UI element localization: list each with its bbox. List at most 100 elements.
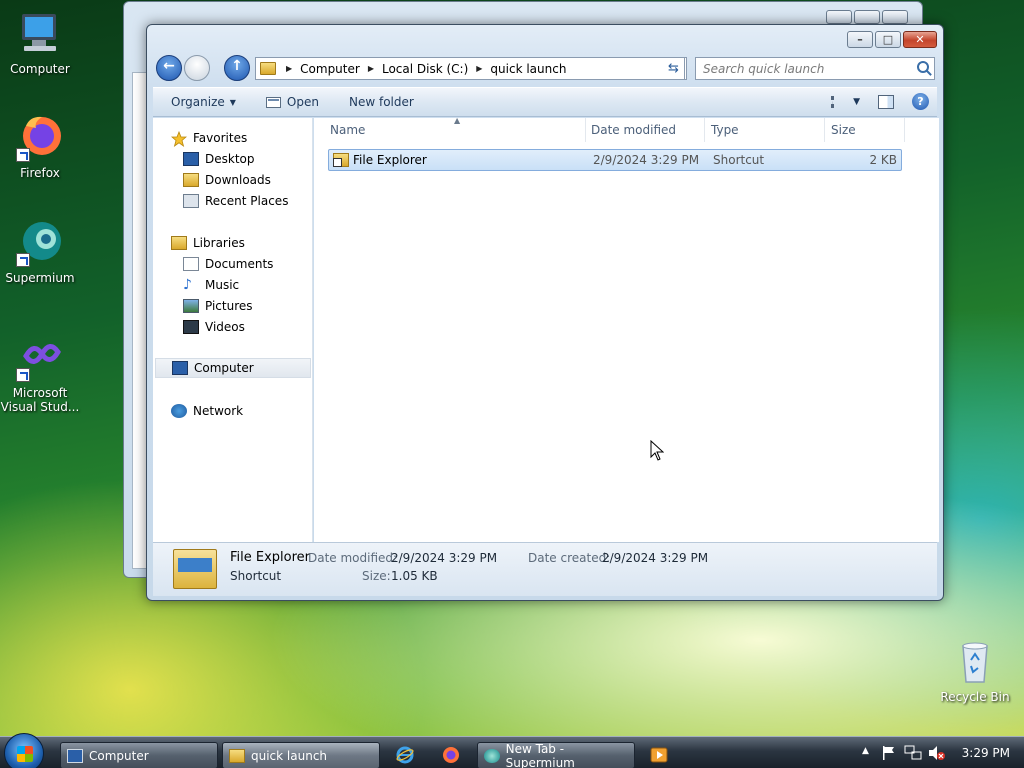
help-icon[interactable]: ? [912,93,929,110]
close-button[interactable]: ✕ [903,31,937,48]
chevron-right-icon[interactable]: ▶ [476,64,482,73]
taskbar-button-computer[interactable]: Computer [60,742,218,768]
column-header-size[interactable]: Size [825,118,905,142]
desktop-icon-firefox[interactable]: Firefox [0,114,80,180]
sort-ascending-icon: ▲ [454,116,461,125]
views-button[interactable]: ▼ [831,95,860,108]
details-date-modified: 2/9/2024 3:29 PM [391,551,498,565]
column-size-label: Size [831,123,856,137]
file-date-modified: 2/9/2024 3:29 PM [593,153,700,167]
organize-button[interactable]: Organize ▼ [153,88,248,116]
close-icon: ✕ [915,33,925,46]
recycle-bin-icon [951,638,999,686]
nav-computer-label: Computer [194,361,254,375]
taskbar-button-label: quick launch [251,748,328,763]
desktop-icon-label: Computer [10,62,70,76]
clock[interactable]: 3:29 PM [962,746,1010,760]
column-name-label: Name [330,123,366,137]
nav-videos-label: Videos [205,320,245,334]
volume-muted-icon[interactable] [928,745,946,764]
search-box[interactable] [695,57,935,80]
file-name: File Explorer [353,153,427,167]
new-folder-button[interactable]: New folder [331,88,426,116]
bg-close-button[interactable] [882,10,908,24]
up-button[interactable]: ↑ [224,55,250,81]
breadcrumb-local-disk[interactable]: Local Disk (C:) [382,62,468,76]
taskbar-button-supermium[interactable]: New Tab - Supermium [477,742,635,768]
breadcrumb-computer[interactable]: Computer [300,62,360,76]
show-hidden-icons-icon[interactable]: ▲ [862,746,869,756]
address-bar[interactable]: ▶ Computer ▶ Local Disk (C:) ▶ quick lau… [255,57,687,80]
shortcut-icon [333,153,349,167]
nav-libraries[interactable]: Libraries [171,233,327,253]
start-button[interactable] [4,733,44,768]
open-button[interactable]: Open [248,88,331,116]
taskbar: Computer quick launch New Tab - Supermiu… [0,733,1024,768]
desktop-icon-supermium[interactable]: Supermium [0,219,80,285]
details-file-name: File Explorer [230,550,311,565]
forward-button[interactable] [184,55,210,81]
file-type: Shortcut [713,153,765,167]
desktop-icon-recycle-bin[interactable]: Recycle Bin [935,638,1015,704]
shortcut-arrow-icon [16,368,30,382]
navigation-bar: ← ↑ ▶ Computer ▶ Local Disk (C:) ▶ quick… [155,55,935,83]
firefox-icon[interactable] [442,746,460,764]
nav-downloads-label: Downloads [205,173,271,187]
breadcrumb: ▶ Computer ▶ Local Disk (C:) ▶ quick lau… [282,62,566,76]
bg-minimize-button[interactable] [826,10,852,24]
nav-network[interactable]: Network [171,401,327,421]
details-pane: File Explorer Shortcut Date modified: 2/… [153,542,937,596]
minimize-icon: – [857,33,863,46]
details-size-label: Size: [362,569,391,583]
column-type-label: Type [711,123,739,137]
nav-favorites[interactable]: Favorites [170,128,327,148]
shortcut-arrow-icon [16,148,30,162]
command-bar: Organize ▼ Open New folder ▼ ? [153,87,937,117]
desktop-icon-label: Microsoft Visual Stud... [0,386,80,414]
taskbar-button-quick-launch[interactable]: quick launch [222,742,380,768]
folder-icon [260,62,276,75]
details-date-created-label: Date created: [528,551,611,565]
mouse-cursor-icon [650,440,664,461]
star-icon [170,130,188,147]
nav-favorites-label: Favorites [193,131,248,145]
column-header-date-modified[interactable]: Date modified [585,118,705,142]
recent-places-icon [183,194,199,208]
file-row[interactable]: File Explorer 2/9/2024 3:29 PM Shortcut … [328,149,902,171]
nav-recent-places-label: Recent Places [205,194,289,208]
details-date-created: 2/9/2024 3:29 PM [602,551,709,565]
refresh-icon: ⇆ [668,61,679,76]
videos-icon [183,320,199,334]
refresh-button[interactable]: ⇆ [663,57,685,80]
desktop-icon-computer[interactable]: Computer [0,10,80,76]
chevron-right-icon[interactable]: ▶ [368,64,374,73]
computer-icon [16,10,64,58]
media-player-icon[interactable] [650,746,668,764]
minimize-button[interactable]: – [847,31,873,48]
desktop-icon-label: Recycle Bin [940,690,1010,704]
network-icon[interactable] [904,745,922,764]
explorer-window[interactable]: – □ ✕ ← ↑ ▶ Computer ▶ Local Disk (C:) ▶… [146,24,944,601]
search-icon[interactable] [917,61,929,73]
file-list[interactable]: Name ▲ Date modified Type Size File Expl… [314,116,939,542]
taskbar-button-label: Computer [89,748,149,763]
internet-explorer-icon[interactable] [396,746,414,764]
column-header-name[interactable]: Name ▲ [324,116,586,142]
nav-computer[interactable]: Computer [155,358,311,378]
windows-logo-icon [17,746,33,762]
search-input[interactable] [703,61,908,76]
breadcrumb-quick-launch[interactable]: quick launch [490,62,566,76]
chevron-right-icon[interactable]: ▶ [286,64,292,73]
maximize-button[interactable]: □ [875,31,901,48]
back-button[interactable]: ← [156,55,182,81]
nav-desktop-label: Desktop [205,152,255,166]
action-center-flag-icon[interactable] [882,745,896,764]
maximize-icon: □ [882,33,894,46]
desktop-icon [183,152,199,166]
column-header-type[interactable]: Type [705,118,825,142]
preview-pane-icon[interactable] [878,94,894,109]
up-arrow-icon: ↑ [231,58,243,74]
desktop-icon-visual-studio[interactable]: Microsoft Visual Stud... [0,334,80,414]
file-size: 2 KB [869,153,897,167]
bg-maximize-button[interactable] [854,10,880,24]
